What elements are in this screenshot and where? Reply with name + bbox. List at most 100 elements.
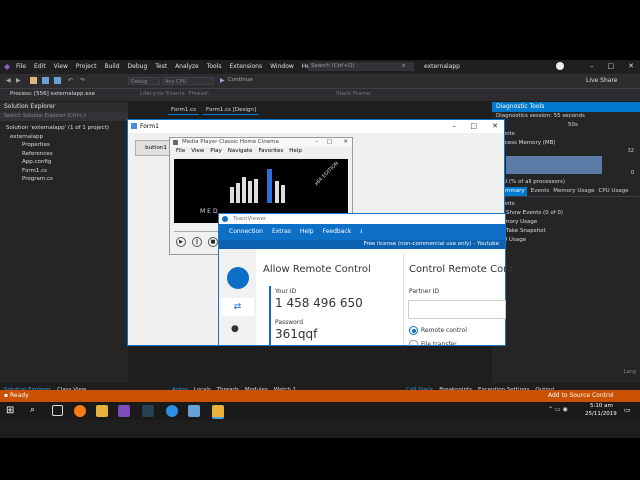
menu-project[interactable]: Project [76, 63, 97, 70]
save-all-icon[interactable] [54, 77, 61, 84]
mpc-menu-file[interactable]: File [176, 147, 185, 155]
tv-title: TeamViewer [233, 216, 267, 222]
undo-icon[interactable]: ↶ [68, 77, 73, 84]
clock-date[interactable]: 25/11/2019 [585, 411, 617, 417]
maximize-icon[interactable]: □ [327, 138, 332, 147]
meeting-icon[interactable]: ● [231, 324, 243, 336]
process-memory-label: Process Memory (MB) [496, 140, 556, 146]
tv-nav-extras[interactable]: Extras [272, 224, 291, 240]
save-icon[interactable] [42, 77, 49, 84]
close-icon[interactable]: ✕ [628, 62, 634, 70]
timeline-ruler: 50s [492, 121, 640, 130]
menu-view[interactable]: View [54, 63, 68, 70]
mpc-menu-play[interactable]: Play [210, 147, 221, 155]
remote-control-icon[interactable]: ⇄ [221, 298, 254, 316]
avatar[interactable] [556, 62, 564, 70]
tv-nav-feedback[interactable]: Feedback [323, 224, 352, 240]
partner-id-input[interactable] [408, 300, 506, 319]
back-icon[interactable]: ◀ [6, 77, 11, 84]
open-folder-icon[interactable] [30, 77, 37, 84]
tree-form1[interactable]: Form1.cs [0, 167, 128, 176]
menu-build[interactable]: Build [104, 63, 119, 70]
minimize-icon[interactable]: – [590, 62, 594, 70]
redo-icon[interactable]: ↷ [80, 77, 85, 84]
media-player-icon[interactable] [142, 405, 154, 417]
tab-memory-usage[interactable]: Memory Usage [553, 187, 594, 196]
show-events-link[interactable]: Show Events (0 of 0) [492, 209, 640, 218]
vs-window-controls: – □ ✕ [590, 62, 634, 70]
logo-bar [254, 179, 258, 203]
chrome-icon[interactable] [166, 405, 178, 417]
stop-icon[interactable]: ■ [208, 237, 218, 247]
tab-form1-cs[interactable]: Form1.cs [168, 106, 199, 115]
menu-analyze[interactable]: Analyze [175, 63, 199, 70]
continue-icon[interactable]: ▶ [220, 77, 225, 84]
tree-project[interactable]: externalapp [0, 133, 128, 142]
mpc-menu-navigate[interactable]: Navigate [228, 147, 253, 155]
tab-cpu-usage[interactable]: CPU Usage [598, 187, 628, 196]
memory-area-fill [506, 156, 602, 174]
account-icon[interactable] [227, 267, 249, 289]
start-icon[interactable]: ⊞ [6, 405, 14, 416]
search-icon[interactable]: ⌕ [30, 405, 35, 415]
tree-program[interactable]: Program.cs [0, 175, 128, 184]
lifecycle-events-button[interactable]: Lifecycle Events [140, 91, 185, 97]
vs-search-input[interactable]: Search (Ctrl+Q) [308, 62, 414, 71]
tree-app-config[interactable]: App.config [0, 158, 128, 167]
menu-tools[interactable]: Tools [207, 63, 222, 70]
menu-extensions[interactable]: Extensions [230, 63, 263, 70]
menu-file[interactable]: File [16, 63, 26, 70]
firefox-icon[interactable] [74, 405, 86, 417]
form-icon [131, 123, 137, 129]
remote-control-radio[interactable] [409, 326, 418, 335]
task-view-icon[interactable] [52, 405, 63, 416]
tree-properties[interactable]: Properties [0, 141, 128, 150]
teamviewer-icon[interactable] [188, 405, 200, 417]
pause-icon[interactable]: ‖ [192, 237, 202, 247]
minimize-icon[interactable]: – [453, 120, 457, 133]
mpc-menu-view[interactable]: View [191, 147, 204, 155]
config-select[interactable]: Debug [128, 77, 160, 85]
tv-title-bar: TeamViewer [219, 214, 505, 224]
allow-remote-heading: Allow Remote Control [263, 264, 371, 275]
tree-references[interactable]: References [0, 150, 128, 159]
mpc-menu-help[interactable]: Help [289, 147, 302, 155]
process-select[interactable]: [556] externalapp.exe [34, 91, 95, 97]
tree-solution[interactable]: Solution 'externalapp' (1 of 1 project) [0, 124, 128, 133]
id-accent-bar [269, 286, 271, 346]
menu-edit[interactable]: Edit [34, 63, 46, 70]
minimize-icon[interactable]: – [315, 138, 318, 147]
download-icon[interactable]: ⭳ [360, 224, 362, 240]
forward-icon[interactable]: ▶ [16, 77, 21, 84]
maximize-icon[interactable]: □ [608, 62, 615, 70]
file-transfer-radio[interactable] [409, 340, 418, 346]
logo-bar [275, 181, 279, 203]
tray-icons[interactable]: ⌃ ▭ ◉ [548, 406, 568, 413]
take-snapshot-button[interactable]: Take Snapshot [492, 227, 640, 236]
continue-button[interactable]: Continue [228, 77, 253, 83]
tv-nav-help[interactable]: Help [300, 224, 314, 240]
live-share-button[interactable]: Live Share [586, 77, 617, 84]
menu-test[interactable]: Test [155, 63, 167, 70]
menu-window[interactable]: Window [270, 63, 294, 70]
clock-time[interactable]: 5:10 am [590, 403, 613, 409]
close-icon[interactable]: ✕ [343, 138, 348, 147]
solution-explorer-title: Solution Explorer [0, 102, 128, 112]
close-icon[interactable]: ✕ [492, 120, 498, 133]
visual-studio-icon[interactable] [118, 405, 130, 417]
notification-icon[interactable]: ▭ [624, 406, 631, 414]
tab-form1-design[interactable]: Form1.cs [Design] [203, 106, 260, 115]
file-explorer-icon[interactable] [96, 405, 108, 417]
tv-nav-connection[interactable]: Connection [229, 224, 263, 240]
play-icon[interactable]: ▶ [176, 237, 186, 247]
tab-events[interactable]: Events [531, 187, 550, 196]
menu-debug[interactable]: Debug [128, 63, 148, 70]
search-icon[interactable]: ⌕ [402, 62, 405, 70]
platform-select[interactable]: Any CPU [162, 77, 214, 85]
add-source-control-button[interactable]: Add to Source Control [548, 390, 614, 402]
externalapp-icon[interactable] [212, 405, 224, 419]
mpc-menu-favorites[interactable]: Favorites [258, 147, 283, 155]
logo-bar [248, 181, 252, 203]
solution-search-input[interactable]: Search Solution Explorer (Ctrl+;) [0, 112, 128, 121]
maximize-icon[interactable]: □ [470, 120, 477, 133]
